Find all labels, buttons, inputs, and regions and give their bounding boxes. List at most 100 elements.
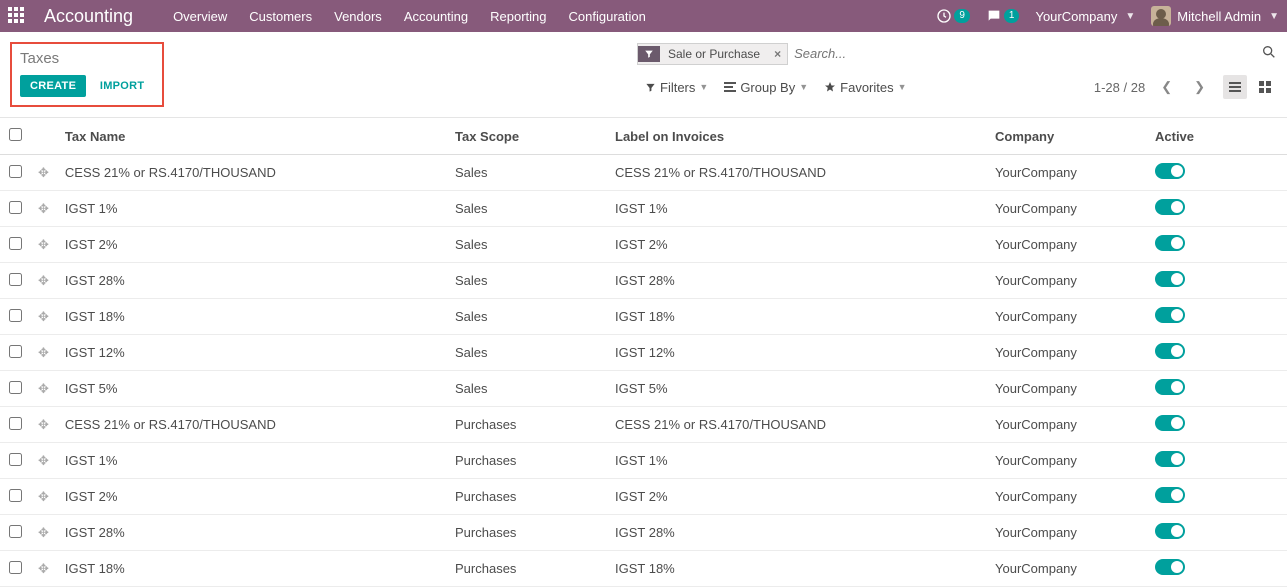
cell-label: IGST 2% bbox=[607, 227, 987, 263]
table-row[interactable]: ✥CESS 21% or RS.4170/THOUSANDSalesCESS 2… bbox=[0, 155, 1287, 191]
active-toggle[interactable] bbox=[1155, 379, 1185, 395]
row-checkbox[interactable] bbox=[9, 165, 22, 178]
menu-vendors[interactable]: Vendors bbox=[334, 9, 382, 24]
menu-reporting[interactable]: Reporting bbox=[490, 9, 546, 24]
cell-label: IGST 18% bbox=[607, 299, 987, 335]
import-button[interactable]: IMPORT bbox=[90, 75, 155, 97]
row-checkbox[interactable] bbox=[9, 237, 22, 250]
col-active[interactable]: Active bbox=[1147, 118, 1287, 155]
table-row[interactable]: ✥IGST 5%SalesIGST 5%YourCompany bbox=[0, 371, 1287, 407]
facet-remove[interactable]: × bbox=[768, 47, 787, 61]
discuss-button[interactable]: 1 bbox=[986, 8, 1020, 24]
col-label[interactable]: Label on Invoices bbox=[607, 118, 987, 155]
active-toggle[interactable] bbox=[1155, 559, 1185, 575]
row-checkbox[interactable] bbox=[9, 201, 22, 214]
app-brand[interactable]: Accounting bbox=[44, 6, 133, 27]
search-input[interactable] bbox=[788, 42, 1277, 65]
select-all-checkbox[interactable] bbox=[9, 128, 22, 141]
row-checkbox[interactable] bbox=[9, 309, 22, 322]
company-name: YourCompany bbox=[1035, 9, 1117, 24]
cell-tax-scope: Sales bbox=[447, 263, 607, 299]
drag-handle-icon[interactable]: ✥ bbox=[30, 191, 57, 227]
menu-accounting[interactable]: Accounting bbox=[404, 9, 468, 24]
avatar bbox=[1151, 6, 1171, 26]
drag-handle-icon[interactable]: ✥ bbox=[30, 155, 57, 191]
menu-customers[interactable]: Customers bbox=[249, 9, 312, 24]
cell-label: IGST 5% bbox=[607, 371, 987, 407]
table-row[interactable]: ✥IGST 1%SalesIGST 1%YourCompany bbox=[0, 191, 1287, 227]
cell-company: YourCompany bbox=[987, 191, 1147, 227]
row-checkbox[interactable] bbox=[9, 345, 22, 358]
activity-button[interactable]: 9 bbox=[936, 8, 970, 24]
groupby-button[interactable]: Group By ▼ bbox=[716, 76, 816, 99]
company-switcher[interactable]: YourCompany ▼ bbox=[1035, 9, 1135, 24]
row-checkbox[interactable] bbox=[9, 561, 22, 574]
drag-handle-icon[interactable]: ✥ bbox=[30, 263, 57, 299]
drag-handle-icon[interactable]: ✥ bbox=[30, 227, 57, 263]
drag-handle-icon[interactable]: ✥ bbox=[30, 479, 57, 515]
menu-overview[interactable]: Overview bbox=[173, 9, 227, 24]
drag-handle-icon[interactable]: ✥ bbox=[30, 371, 57, 407]
active-toggle[interactable] bbox=[1155, 271, 1185, 287]
drag-handle-icon[interactable]: ✥ bbox=[30, 551, 57, 587]
star-icon bbox=[824, 81, 836, 93]
active-toggle[interactable] bbox=[1155, 523, 1185, 539]
pager-prev[interactable]: ❮ bbox=[1155, 77, 1178, 97]
active-toggle[interactable] bbox=[1155, 451, 1185, 467]
active-toggle[interactable] bbox=[1155, 415, 1185, 431]
table-row[interactable]: ✥IGST 12%SalesIGST 12%YourCompany bbox=[0, 335, 1287, 371]
menu-configuration[interactable]: Configuration bbox=[569, 9, 646, 24]
row-checkbox[interactable] bbox=[9, 381, 22, 394]
cell-tax-scope: Sales bbox=[447, 335, 607, 371]
table-row[interactable]: ✥IGST 18%PurchasesIGST 18%YourCompany bbox=[0, 551, 1287, 587]
active-toggle[interactable] bbox=[1155, 307, 1185, 323]
table-row[interactable]: ✥IGST 28%PurchasesIGST 28%YourCompany bbox=[0, 515, 1287, 551]
col-tax-scope[interactable]: Tax Scope bbox=[447, 118, 607, 155]
groupby-label: Group By bbox=[740, 80, 795, 95]
drag-handle-icon[interactable]: ✥ bbox=[30, 335, 57, 371]
drag-handle-icon[interactable]: ✥ bbox=[30, 299, 57, 335]
list-view-button[interactable] bbox=[1223, 75, 1247, 99]
favorites-button[interactable]: Favorites ▼ bbox=[816, 76, 914, 99]
table-header-row: Tax Name Tax Scope Label on Invoices Com… bbox=[0, 118, 1287, 155]
table-row[interactable]: ✥IGST 2%SalesIGST 2%YourCompany bbox=[0, 227, 1287, 263]
user-menu[interactable]: Mitchell Admin ▼ bbox=[1151, 6, 1279, 26]
discuss-count: 1 bbox=[1004, 9, 1020, 23]
cell-tax-name: IGST 2% bbox=[57, 479, 447, 515]
row-checkbox[interactable] bbox=[9, 417, 22, 430]
drag-handle-icon[interactable]: ✥ bbox=[30, 515, 57, 551]
cell-company: YourCompany bbox=[987, 335, 1147, 371]
cell-tax-scope: Sales bbox=[447, 155, 607, 191]
col-tax-name[interactable]: Tax Name bbox=[57, 118, 447, 155]
cell-tax-name: IGST 2% bbox=[57, 227, 447, 263]
cell-company: YourCompany bbox=[987, 443, 1147, 479]
active-toggle[interactable] bbox=[1155, 487, 1185, 503]
table-row[interactable]: ✥CESS 21% or RS.4170/THOUSANDPurchasesCE… bbox=[0, 407, 1287, 443]
drag-handle-icon[interactable]: ✥ bbox=[30, 443, 57, 479]
table-row[interactable]: ✥IGST 28%SalesIGST 28%YourCompany bbox=[0, 263, 1287, 299]
chevron-down-icon: ▼ bbox=[898, 82, 907, 92]
breadcrumb: Taxes bbox=[20, 50, 154, 67]
cell-tax-scope: Purchases bbox=[447, 407, 607, 443]
pager-next[interactable]: ❯ bbox=[1188, 77, 1211, 97]
search-facet: Sale or Purchase × bbox=[637, 43, 788, 65]
row-checkbox[interactable] bbox=[9, 273, 22, 286]
row-checkbox[interactable] bbox=[9, 453, 22, 466]
row-checkbox[interactable] bbox=[9, 489, 22, 502]
row-checkbox[interactable] bbox=[9, 525, 22, 538]
chevron-down-icon: ▼ bbox=[1125, 11, 1135, 22]
active-toggle[interactable] bbox=[1155, 199, 1185, 215]
drag-handle-icon[interactable]: ✥ bbox=[30, 407, 57, 443]
active-toggle[interactable] bbox=[1155, 235, 1185, 251]
table-row[interactable]: ✥IGST 1%PurchasesIGST 1%YourCompany bbox=[0, 443, 1287, 479]
table-row[interactable]: ✥IGST 2%PurchasesIGST 2%YourCompany bbox=[0, 479, 1287, 515]
filters-button[interactable]: Filters ▼ bbox=[637, 76, 716, 99]
create-button[interactable]: CREATE bbox=[20, 75, 86, 97]
kanban-view-button[interactable] bbox=[1253, 75, 1277, 99]
active-toggle[interactable] bbox=[1155, 163, 1185, 179]
active-toggle[interactable] bbox=[1155, 343, 1185, 359]
search-icon[interactable] bbox=[1261, 44, 1277, 63]
col-company[interactable]: Company bbox=[987, 118, 1147, 155]
apps-icon[interactable] bbox=[8, 7, 26, 25]
table-row[interactable]: ✥IGST 18%SalesIGST 18%YourCompany bbox=[0, 299, 1287, 335]
